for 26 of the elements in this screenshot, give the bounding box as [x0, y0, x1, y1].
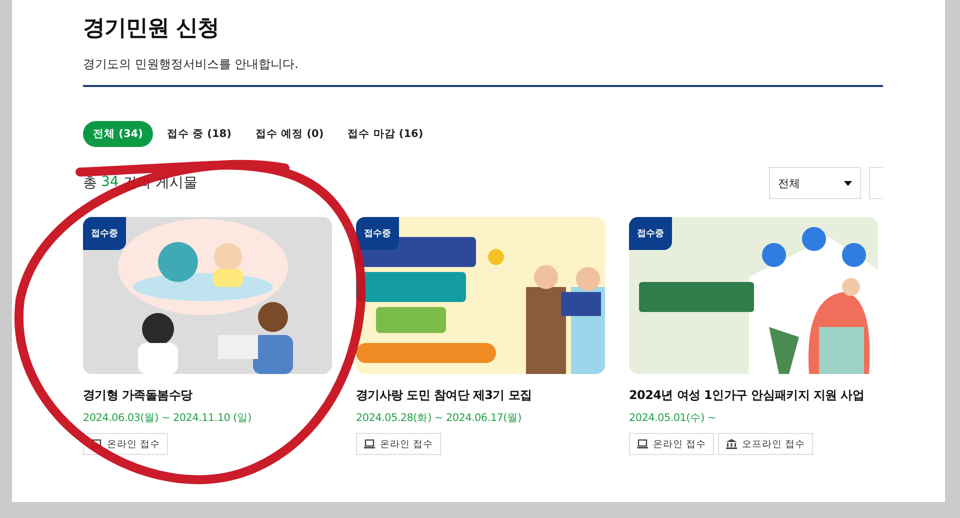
card-date: 2024.06.03(월) ~ 2024.11.10 (일)	[83, 411, 252, 425]
filter-tab[interactable]: 접수 예정 (0)	[245, 121, 334, 147]
laptop-icon	[637, 439, 648, 449]
total-label: 총	[83, 174, 97, 192]
status-badge: 접수중	[83, 217, 126, 250]
status-badge: 접수중	[356, 217, 399, 250]
card-title[interactable]: 2024년 여성 1인가구 안심패키지 지원 사업	[629, 387, 878, 404]
filter-tab[interactable]: 접수 중 (18)	[156, 121, 242, 147]
card-title[interactable]: 경기사랑 도민 참여단 제3기 모집	[356, 387, 605, 404]
category-select[interactable]: 전체	[769, 167, 861, 199]
card-date: 2024.05.28(화) ~ 2024.06.17(월)	[356, 411, 522, 425]
card-date: 2024.05.01(수) ~	[629, 411, 717, 425]
total-count: 34	[101, 174, 119, 192]
filter-tab[interactable]: 전체 (34)	[83, 121, 153, 147]
page-subtitle: 경기도의 민원행정서비스를 안내합니다.	[83, 56, 300, 72]
dropdown-caret-icon	[844, 180, 852, 186]
status-badge: 접수중	[629, 217, 672, 250]
building-icon	[726, 439, 738, 449]
filter-tab[interactable]: 접수 마감 (16)	[338, 121, 434, 147]
apply-button[interactable]: 온라인 접수	[356, 433, 442, 455]
apply-button[interactable]: 온라인 접수	[629, 433, 714, 455]
card-title[interactable]: 경기형 가족돌봄수당	[83, 387, 332, 404]
apply-button[interactable]: 오프라인 접수	[718, 433, 814, 455]
laptop-icon	[364, 439, 375, 449]
search-field[interactable]	[869, 167, 883, 199]
page-title: 경기민원 신청	[83, 15, 220, 43]
